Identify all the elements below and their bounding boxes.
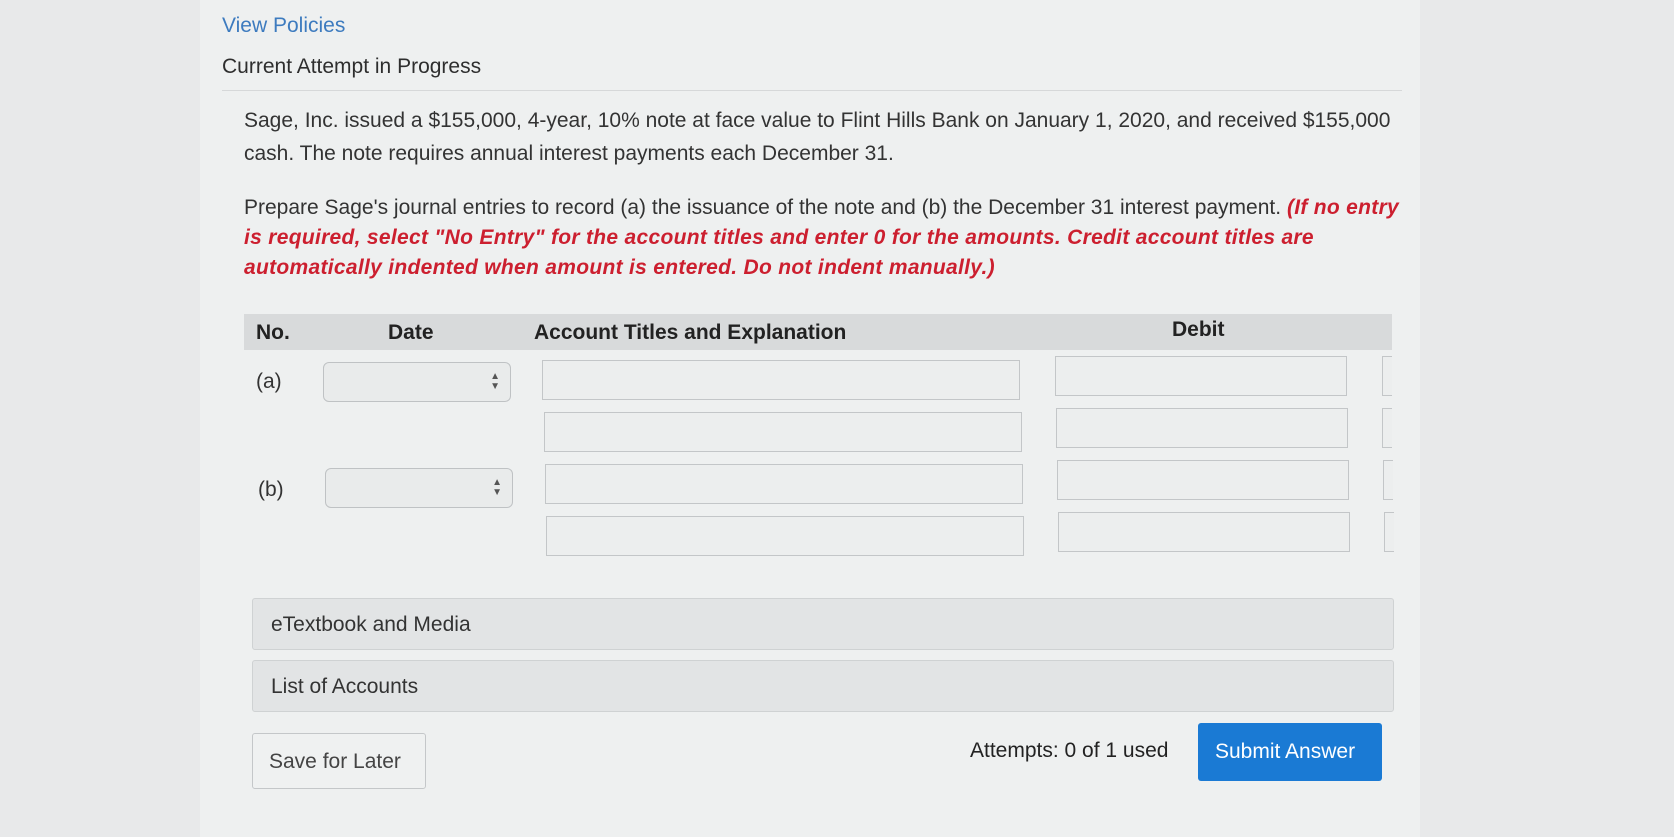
attempt-status-heading: Current Attempt in Progress [222,55,482,78]
account-input-a-1[interactable] [542,360,1020,400]
select-arrows-icon: ▲ ▼ [492,477,502,498]
submit-answer-button[interactable]: Submit Answer [1198,723,1382,781]
column-header-date: Date [388,321,434,344]
debit-input-a-1[interactable] [1055,356,1347,396]
instructions: Prepare Sage's journal entries to record… [244,193,1404,283]
entry-label-b: (b) [258,478,284,501]
credit-input-a-1[interactable] [1382,356,1392,396]
divider [222,90,1402,91]
entry-label-a: (a) [256,370,282,393]
credit-input-b-1[interactable] [1383,460,1393,500]
save-for-later-button[interactable]: Save for Later [252,733,426,789]
debit-input-a-2[interactable] [1056,408,1348,448]
debit-input-b-2[interactable] [1058,512,1350,552]
account-input-b-1[interactable] [545,464,1023,504]
date-select-b[interactable]: ▲ ▼ [325,468,513,508]
list-of-accounts-panel[interactable]: List of Accounts [252,660,1394,712]
problem-statement: Sage, Inc. issued a $155,000, 4-year, 10… [244,109,1391,165]
debit-input-b-1[interactable] [1057,460,1349,500]
column-header-no: No. [256,321,290,344]
account-input-b-2[interactable] [546,516,1024,556]
column-header-account: Account Titles and Explanation [534,321,847,344]
etextbook-media-panel[interactable]: eTextbook and Media [252,598,1394,650]
attempts-counter: Attempts: 0 of 1 used [970,739,1169,762]
column-header-debit: Debit [1172,318,1225,341]
credit-input-b-2[interactable] [1384,512,1394,552]
instruction-text: Prepare Sage's journal entries to record… [244,196,1282,219]
date-select-a[interactable]: ▲ ▼ [323,362,511,402]
account-input-a-2[interactable] [544,412,1022,452]
credit-input-a-2[interactable] [1382,408,1392,448]
select-arrows-icon: ▲ ▼ [490,371,500,392]
journal-table-header: No. Date Account Titles and Explanation … [244,314,1392,350]
view-policies-link[interactable]: View Policies [222,14,345,38]
